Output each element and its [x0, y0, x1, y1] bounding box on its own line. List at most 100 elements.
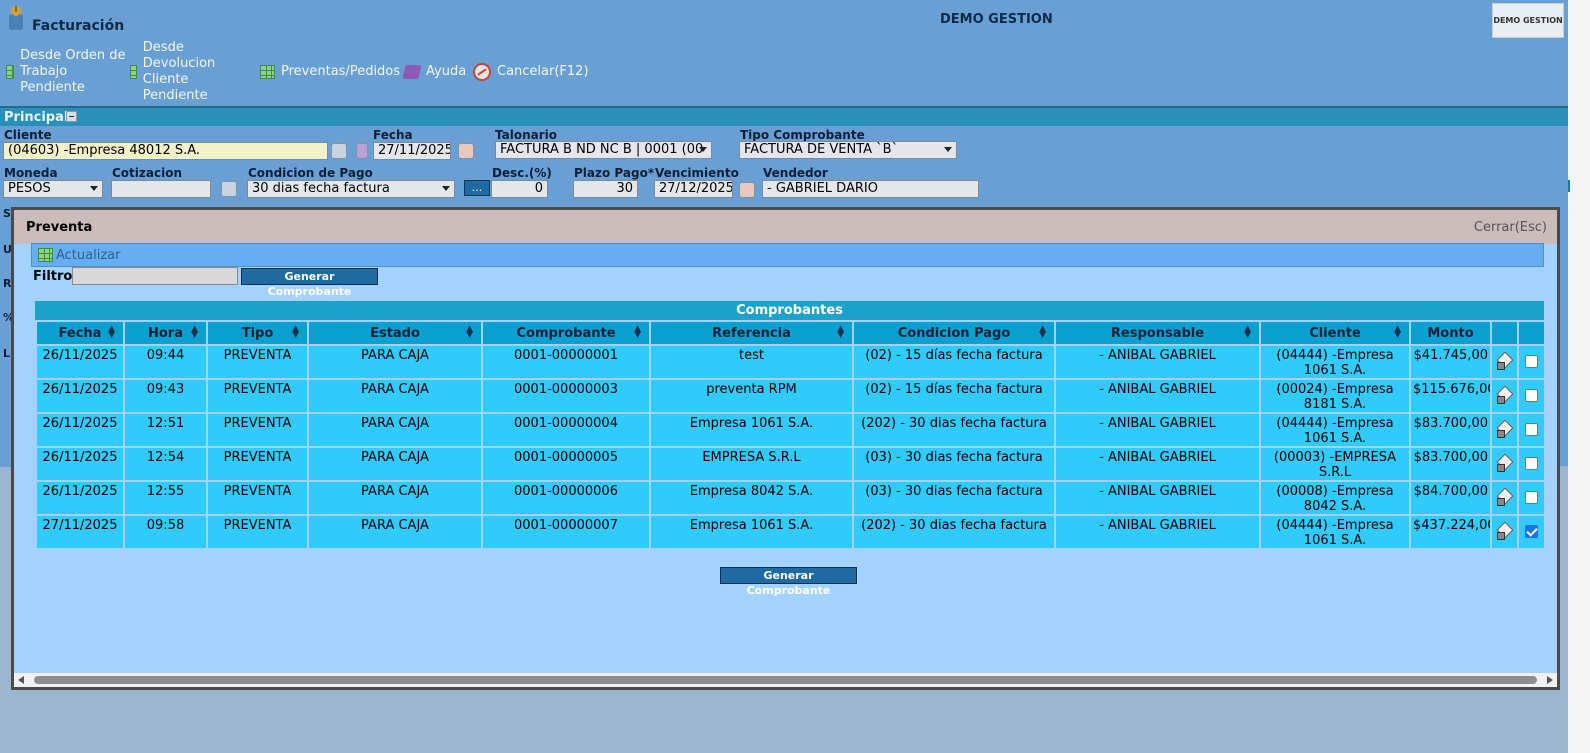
col-fecha[interactable]: Fecha ▲ ▼ — [35, 320, 125, 346]
preventa-modal: Preventa Cerrar(Esc) Actualizar Filtro G… — [11, 207, 1560, 690]
cotizacion-label: Cotizacion — [112, 166, 182, 180]
table-row[interactable]: 26/11/2025 12:51 PREVENTA PARA CAJA 0001-000… — [35, 412, 1546, 448]
cell-monto: $437.224,00 — [1409, 514, 1492, 550]
actualizar-button[interactable]: Actualizar — [31, 243, 1544, 267]
cell-tipo: PREVENTA — [206, 514, 309, 550]
cell-referencia: EMPRESA S.R.L — [649, 446, 854, 482]
toolbar-desde-orden-button[interactable]: Desde Orden de Trabajo Pendiente — [6, 48, 126, 96]
talonario-select[interactable]: FACTURA B ND NC B | 0001 (00 — [495, 141, 712, 159]
col-responsable[interactable]: Responsable ▲ ▼ — [1054, 320, 1261, 346]
cell-comprobante: 0001-00000004 — [481, 412, 651, 448]
vencimiento-input[interactable]: 27/12/2025 — [654, 180, 733, 198]
cell-fecha: 26/11/2025 — [35, 378, 125, 414]
horizontal-scrollbar[interactable] — [14, 673, 1557, 687]
generar-comprobante-top-button[interactable]: Generar Comprobante — [241, 268, 378, 298]
edit-tool-icon[interactable] — [1496, 522, 1514, 540]
app-title: Facturación — [32, 18, 125, 34]
col-hora[interactable]: Hora ▲ ▼ — [123, 320, 208, 346]
plazo-pago-input[interactable]: 30 — [573, 180, 638, 198]
user-icon[interactable] — [356, 143, 368, 159]
refresh-rate-icon[interactable] — [221, 181, 237, 197]
row-checkbox[interactable] — [1525, 389, 1538, 402]
col-label: Responsable — [1110, 325, 1205, 341]
cell-select — [1517, 412, 1546, 448]
toolbar-desde-devolucion-button[interactable]: Desde Devolucion Cliente Pendiente — [130, 40, 230, 104]
scroll-thumb[interactable] — [34, 676, 1537, 684]
cell-cliente: (04444) -Empresa 1061 S.A. — [1259, 344, 1411, 380]
col-comprobante[interactable]: Comprobante ▲ ▼ — [481, 320, 651, 346]
filtro-input[interactable] — [72, 267, 238, 285]
calendar-icon[interactable] — [458, 143, 474, 159]
table-row[interactable]: 26/11/2025 09:44 PREVENTA PARA CAJA 0001-000… — [35, 344, 1546, 380]
cell-referencia: preventa RPM — [649, 378, 854, 414]
cell-responsable: - ANIBAL GABRIEL — [1054, 412, 1261, 448]
scroll-right-icon[interactable] — [1547, 676, 1553, 684]
actualizar-label: Actualizar — [56, 248, 121, 263]
section-principal-header[interactable]: Principal — [0, 106, 1568, 126]
edit-tool-icon[interactable] — [1496, 488, 1514, 506]
edit-tool-icon[interactable] — [1496, 352, 1514, 370]
toolbar-cancelar-button[interactable]: Cancelar(F12) — [473, 63, 589, 81]
tipo-comprobante-label: Tipo Comprobante — [740, 128, 865, 142]
cell-hora: 09:43 — [123, 378, 208, 414]
col-referencia[interactable]: Referencia ▲ ▼ — [649, 320, 854, 346]
row-checkbox[interactable] — [1525, 457, 1538, 470]
col-cliente[interactable]: Cliente ▲ ▼ — [1259, 320, 1411, 346]
table-row[interactable]: 26/11/2025 09:43 PREVENTA PARA CAJA 0001-000… — [35, 378, 1546, 414]
row-checkbox[interactable] — [1525, 525, 1538, 538]
toolbar-label: Desde Orden de Trabajo Pendiente — [20, 48, 126, 95]
vendedor-input[interactable]: - GABRIEL DARIO — [762, 180, 979, 198]
cell-estado: PARA CAJA — [307, 514, 483, 550]
moneda-select[interactable]: PESOS — [3, 180, 103, 198]
table-row[interactable]: 26/11/2025 12:54 PREVENTA PARA CAJA 0001-000… — [35, 446, 1546, 482]
col-tipo[interactable]: Tipo ▲ ▼ — [206, 320, 309, 346]
table-row[interactable]: 27/11/2025 09:58 PREVENTA PARA CAJA 0001-000… — [35, 514, 1546, 550]
edit-tool-icon[interactable] — [1496, 454, 1514, 472]
cell-action — [1490, 344, 1519, 380]
collapse-icon[interactable] — [66, 111, 77, 122]
sort-icon: ▲ ▼ — [634, 324, 641, 340]
modal-header: Preventa Cerrar(Esc) — [14, 210, 1557, 244]
filtro-label: Filtro — [33, 269, 73, 284]
tipo-comprobante-select[interactable]: FACTURA DE VENTA `B` — [739, 141, 957, 159]
search-client-icon[interactable] — [331, 143, 347, 159]
cell-comprobante: 0001-00000005 — [481, 446, 651, 482]
sort-icon: ▲ ▼ — [191, 324, 198, 340]
edit-tool-icon[interactable] — [1496, 386, 1514, 404]
calendar-icon[interactable] — [739, 182, 755, 198]
condicion-pago-label: Condicion de Pago — [248, 166, 373, 180]
row-checkbox[interactable] — [1525, 355, 1538, 368]
cell-hora: 12:51 — [123, 412, 208, 448]
cell-estado: PARA CAJA — [307, 344, 483, 380]
toolbar-preventas-button[interactable]: Preventas/Pedidos — [260, 64, 400, 80]
cell-tipo: PREVENTA — [206, 446, 309, 482]
edit-tool-icon[interactable] — [1496, 420, 1514, 438]
plazo-pago-label: Plazo Pago* — [574, 166, 655, 180]
col-select — [1517, 320, 1546, 346]
cell-condicion: (02) - 15 días fecha factura — [852, 344, 1056, 380]
col-label: Hora — [148, 325, 183, 341]
row-checkbox[interactable] — [1525, 423, 1538, 436]
cell-tipo: PREVENTA — [206, 378, 309, 414]
grid-icon — [130, 65, 137, 79]
close-button[interactable]: Cerrar(Esc) — [1474, 220, 1547, 235]
generar-comprobante-bottom-button[interactable]: Generar Comprobante — [720, 567, 857, 597]
descuento-input[interactable]: 0 — [491, 180, 548, 198]
toolbar-ayuda-button[interactable]: Ayuda — [402, 64, 466, 80]
row-checkbox[interactable] — [1525, 491, 1538, 504]
condicion-more-button[interactable]: ... — [464, 180, 490, 196]
col-label: Fecha — [58, 325, 102, 341]
table-row[interactable]: 26/11/2025 12:55 PREVENTA PARA CAJA 0001-000… — [35, 480, 1546, 516]
toolbar-label: Preventas/Pedidos — [281, 64, 401, 79]
cotizacion-input[interactable] — [111, 180, 211, 198]
scroll-left-icon[interactable] — [18, 676, 24, 684]
col-estado[interactable]: Estado ▲ ▼ — [307, 320, 483, 346]
condicion-pago-select[interactable]: 30 dias fecha factura — [247, 180, 455, 198]
grid-icon — [6, 65, 15, 79]
grid-icon — [260, 65, 275, 79]
fecha-input[interactable]: 27/11/2025 — [373, 142, 451, 160]
col-condicion-pago[interactable]: Condicion Pago ▲ ▼ — [852, 320, 1056, 346]
cliente-input[interactable]: (04603) -Empresa 48012 S.A. — [3, 142, 328, 160]
top-bar: Facturación DEMO GESTION DEMO GESTION — [0, 0, 1568, 38]
cell-responsable: - ANIBAL GABRIEL — [1054, 480, 1261, 516]
